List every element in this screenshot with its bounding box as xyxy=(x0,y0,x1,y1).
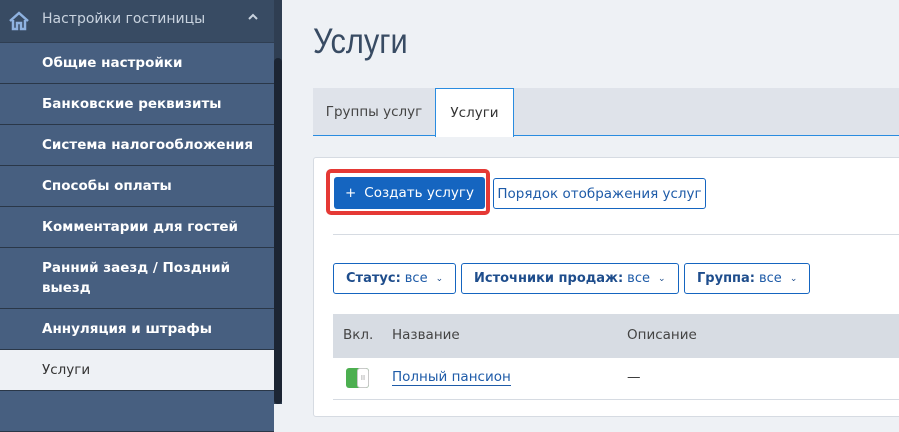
chevron-down-icon: ⌄ xyxy=(435,273,444,284)
chevron-down-icon: ⌄ xyxy=(789,273,798,284)
tab-services[interactable]: Услуги xyxy=(435,88,514,137)
group-filter[interactable]: Группа: все ⌄ xyxy=(684,263,810,294)
service-order-button[interactable]: Порядок отображения услуг xyxy=(493,178,706,209)
column-description: Описание xyxy=(627,327,697,343)
filter-label: Группа: xyxy=(697,271,755,286)
sidebar: Настройки гостиницы Общие настройки Банк… xyxy=(0,0,282,432)
create-service-label: Создать услугу xyxy=(364,185,474,201)
create-service-button[interactable]: + Создать услугу xyxy=(334,177,485,209)
sidebar-item-cancellation[interactable]: Аннуляция и штрафы xyxy=(0,309,274,350)
service-name-link[interactable]: Полный пансион xyxy=(392,369,511,386)
filter-label: Источники продаж: xyxy=(474,271,624,286)
sidebar-item-bank-details[interactable]: Банковские реквизиты xyxy=(0,84,274,125)
table-header: Вкл. Название Описание xyxy=(333,314,899,358)
filter-value: все xyxy=(627,271,650,286)
chevron-up-icon[interactable] xyxy=(248,12,258,22)
service-description: — xyxy=(627,369,641,385)
table-row: II Полный пансион — xyxy=(333,358,899,400)
sales-source-filter[interactable]: Источники продаж: все ⌄ xyxy=(461,263,679,294)
sidebar-item-tax-system[interactable]: Система налогообложения xyxy=(0,125,274,166)
toggle-knob: II xyxy=(357,368,369,388)
column-enabled: Вкл. xyxy=(343,327,374,343)
sidebar-scrollbar[interactable] xyxy=(274,58,282,404)
sidebar-section-hotel-settings[interactable]: Настройки гостиницы xyxy=(0,0,274,42)
sidebar-item-label: Ранний заезд / Поздний выезд xyxy=(42,260,231,296)
filter-value: все xyxy=(759,271,782,286)
divider xyxy=(333,234,899,235)
filter-label: Статус: xyxy=(346,271,401,286)
chevron-down-icon: ⌄ xyxy=(657,273,666,284)
column-name: Название xyxy=(392,327,460,343)
tab-service-groups[interactable]: Группы услуг xyxy=(313,88,435,136)
plus-icon: + xyxy=(344,185,357,201)
filter-value: все xyxy=(404,271,428,286)
sidebar-item-services[interactable]: Услуги xyxy=(0,350,274,391)
home-icon xyxy=(9,11,29,31)
page-title: Услуги xyxy=(313,22,408,61)
sidebar-item-next[interactable] xyxy=(0,391,274,432)
sidebar-section-label: Настройки гостиницы xyxy=(42,11,206,27)
sidebar-item-general[interactable]: Общие настройки xyxy=(0,43,274,84)
sidebar-item-guest-comments[interactable]: Комментарии для гостей xyxy=(0,207,274,248)
sidebar-item-payment-methods[interactable]: Способы оплаты xyxy=(0,166,274,207)
sidebar-item-early-checkin[interactable]: Ранний заезд / Поздний выезд xyxy=(0,248,274,309)
status-filter[interactable]: Статус: все ⌄ xyxy=(333,263,456,294)
tabs: Группы услуг Услуги xyxy=(313,88,899,137)
enabled-toggle[interactable]: II xyxy=(346,368,369,388)
